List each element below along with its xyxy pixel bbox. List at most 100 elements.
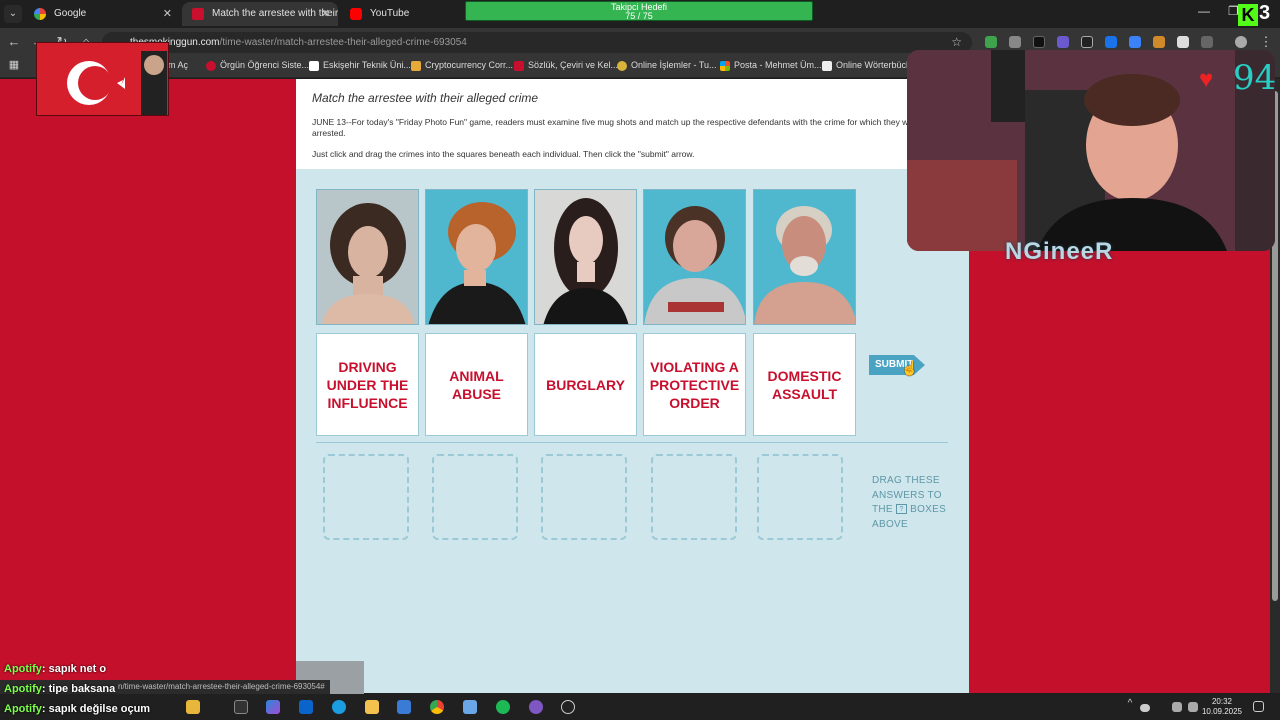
- mugshot-2-illustration: [428, 202, 526, 324]
- mugshot-5: [753, 189, 856, 325]
- clock-time: 20:32: [1211, 697, 1232, 706]
- bookmark-label: Cryptocurrency Corr...: [425, 60, 514, 70]
- mugshot-2: [425, 189, 528, 325]
- question-box-icon: ?: [896, 504, 907, 515]
- back-arrow-icon[interactable]: ←: [6, 34, 22, 49]
- hint-text: BOXES: [910, 504, 947, 515]
- mugshot-3: [534, 189, 637, 325]
- extension-icon[interactable]: [985, 36, 997, 48]
- bookmark-icon: [514, 61, 524, 71]
- task-view-icon[interactable]: [234, 700, 248, 714]
- apps-grid-icon[interactable]: ▦: [6, 58, 22, 71]
- bookmark-item[interactable]: Online İşlemler - Tu...: [617, 60, 717, 71]
- tab-google[interactable]: Google ✕: [24, 2, 180, 26]
- webcam-feed: [907, 50, 1275, 251]
- volume-icon[interactable]: [1188, 702, 1198, 712]
- tray-chevron-icon[interactable]: ^: [1122, 698, 1138, 709]
- chat-user: Apotify: [4, 703, 42, 715]
- webcam-illustration: [907, 50, 1275, 251]
- google-icon: [34, 8, 46, 20]
- mugshot-1-illustration: [322, 203, 415, 324]
- bookmark-icon: [822, 61, 832, 71]
- answer-drop-box[interactable]: [757, 454, 843, 540]
- extension-icon[interactable]: [1153, 36, 1165, 48]
- tab-label: Match the arrestee with their a: [212, 8, 338, 19]
- tab-youtube[interactable]: YouTube: [340, 2, 460, 26]
- edge-icon[interactable]: [332, 700, 346, 714]
- answer-drop-box[interactable]: [432, 454, 518, 540]
- tab-match-arrestee[interactable]: Match the arrestee with their a ✕: [182, 2, 338, 26]
- address-bar[interactable]: thesmokinggun.com/time-waster/match-arre…: [102, 32, 972, 53]
- crime-card-driving-under-the-influence[interactable]: DRIVING UNDER THE INFLUENCE: [316, 333, 419, 436]
- bookmark-label: Online Wörterbüche: [836, 60, 917, 70]
- obs-icon[interactable]: [561, 700, 575, 714]
- chat-text: : sapık net o: [41, 663, 107, 675]
- flag-crescent-star-icon: [67, 51, 167, 115]
- extension-icon[interactable]: [1057, 36, 1069, 48]
- heart-icon: ♥: [1199, 66, 1214, 93]
- answer-drop-box[interactable]: [651, 454, 737, 540]
- streamer-name: NGineeR: [1005, 238, 1114, 265]
- widgets-icon[interactable]: [186, 700, 200, 714]
- answer-drop-box[interactable]: [323, 454, 409, 540]
- extension-icon[interactable]: [1033, 36, 1045, 48]
- crime-card-domestic-assault[interactable]: DOMESTIC ASSAULT: [753, 333, 856, 436]
- bookmark-item[interactable]: Online Wörterbüche: [822, 60, 917, 71]
- answer-drop-box[interactable]: [541, 454, 627, 540]
- article-intro: Match the arrestee with their alleged cr…: [296, 79, 969, 169]
- close-icon[interactable]: ✕: [163, 2, 172, 26]
- mugshot-3-illustration: [543, 198, 629, 324]
- crime-card-burglary[interactable]: BURGLARY: [534, 333, 637, 436]
- minimize-icon[interactable]: —: [1198, 4, 1210, 18]
- bookmark-icon: [617, 61, 627, 71]
- extension-icon[interactable]: [1009, 36, 1021, 48]
- system-clock[interactable]: 20:32 10.09.2025: [1202, 697, 1242, 717]
- store-icon[interactable]: [397, 700, 411, 714]
- bookmark-icon: [309, 61, 319, 71]
- article-title: Match the arrestee with their alleged cr…: [312, 91, 539, 105]
- bookmark-item[interactable]: Sözlük, Çeviri ve Kel...: [514, 60, 618, 71]
- chat-message: Apotify: sapık değilse oçum: [4, 703, 150, 715]
- extension-icon[interactable]: [1105, 36, 1117, 48]
- crime-card-animal-abuse[interactable]: ANIMAL ABUSE: [425, 333, 528, 436]
- mugshot-1: [316, 189, 419, 325]
- bookmark-icon: [206, 61, 216, 71]
- hint-text: ABOVE: [872, 518, 908, 530]
- tab-search-chevron-icon[interactable]: ⌄: [4, 5, 22, 23]
- notifications-icon[interactable]: [1253, 701, 1264, 712]
- taskbar: ^ 20:32 10.09.2025: [0, 694, 1280, 720]
- crime-card-violating-a-protective-order[interactable]: VIOLATING A PROTECTIVE ORDER: [643, 333, 746, 436]
- outlook-icon[interactable]: [299, 700, 313, 714]
- copilot-icon[interactable]: [266, 700, 280, 714]
- bookmark-item[interactable]: Cryptocurrency Corr...: [411, 60, 514, 71]
- tab-label: YouTube: [370, 8, 410, 19]
- app-icon[interactable]: [463, 700, 477, 714]
- turkish-flag-image: [36, 42, 169, 116]
- bookmark-item[interactable]: Örgün Öğrenci Siste...: [206, 60, 309, 71]
- chrome-icon[interactable]: [430, 700, 444, 714]
- spotify-icon[interactable]: [496, 700, 510, 714]
- onedrive-icon[interactable]: [1140, 704, 1150, 712]
- bookmark-label: Posta - Mehmet Üm...: [734, 60, 822, 70]
- bookmark-label: Eskişehir Teknik Üni...: [323, 60, 411, 70]
- extension-icon[interactable]: [1177, 36, 1189, 48]
- extensions-puzzle-icon[interactable]: [1201, 36, 1213, 48]
- drag-instructions: DRAG THESE ANSWERS TO THE ? BOXES ABOVE: [872, 474, 952, 532]
- bookmark-item[interactable]: Posta - Mehmet Üm...: [720, 60, 822, 71]
- hint-text: DRAG THESE: [872, 475, 940, 486]
- network-icon[interactable]: [1172, 702, 1182, 712]
- extension-icon[interactable]: [1129, 36, 1141, 48]
- bookmark-icon: [411, 61, 421, 71]
- close-icon[interactable]: ✕: [321, 2, 330, 26]
- file-explorer-icon[interactable]: [365, 700, 379, 714]
- youtube-icon: [350, 8, 362, 20]
- extension-icon[interactable]: [1081, 36, 1093, 48]
- profile-avatar-icon[interactable]: [1235, 36, 1247, 48]
- menu-kebab-icon[interactable]: ⋮: [1258, 34, 1274, 50]
- chat-message: Apotify: sapık net o: [4, 663, 106, 675]
- smoking-gun-icon: [192, 8, 204, 20]
- kick-logo: K: [1238, 4, 1258, 26]
- discord-icon[interactable]: [529, 700, 543, 714]
- chat-text: : sapık değilse oçum: [41, 703, 151, 715]
- bookmark-item[interactable]: Eskişehir Teknik Üni...: [309, 60, 411, 71]
